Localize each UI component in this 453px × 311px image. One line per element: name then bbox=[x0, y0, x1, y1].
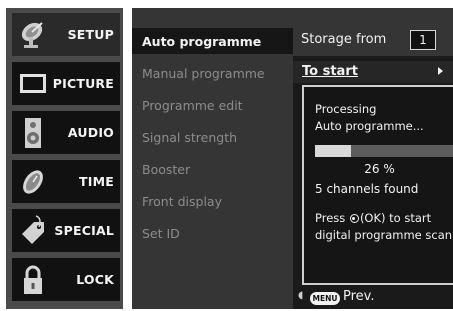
submenu-item-set-id[interactable]: Set ID bbox=[132, 220, 293, 246]
panel-footer: ◖ MENU Prev. bbox=[293, 288, 453, 309]
submenu-item-front-display[interactable]: Front display bbox=[132, 188, 293, 214]
prev-label: Prev. bbox=[343, 289, 375, 304]
storage-from-value[interactable]: 1 bbox=[410, 30, 436, 50]
menu-remote-button[interactable]: MENU bbox=[310, 292, 340, 305]
menu-item-setup[interactable]: SETUP bbox=[12, 13, 120, 56]
setup-submenu: Auto programme Manual programme Programm… bbox=[132, 8, 293, 309]
digital-scan-text: digital programme scan bbox=[315, 228, 453, 242]
ok-button-icon bbox=[349, 214, 359, 223]
clock-icon bbox=[18, 164, 48, 199]
progress-percent-text: 26 % bbox=[364, 162, 395, 176]
category-menu: SETUP PICTURE AUDIO TIME SPECIAL LOCK bbox=[6, 8, 123, 309]
satellite-dish-icon bbox=[18, 17, 48, 52]
menu-item-label: AUDIO bbox=[67, 125, 114, 140]
submenu-item-auto-programme[interactable]: Auto programme bbox=[132, 28, 293, 54]
progress-bar bbox=[315, 145, 453, 157]
menu-item-picture[interactable]: PICTURE bbox=[12, 62, 120, 105]
arrow-right-icon bbox=[438, 67, 443, 75]
menu-item-label: SPECIAL bbox=[54, 223, 114, 238]
submenu-item-programme-edit[interactable]: Programme edit bbox=[132, 92, 293, 118]
press-text: Press bbox=[315, 211, 346, 225]
menu-item-label: PICTURE bbox=[52, 76, 114, 91]
to-start-row[interactable]: To start bbox=[293, 61, 453, 83]
submenu-item-manual-programme[interactable]: Manual programme bbox=[132, 60, 293, 86]
menu-item-label: TIME bbox=[79, 174, 114, 189]
padlock-icon bbox=[18, 262, 48, 297]
storage-from-row[interactable]: Storage from 1 bbox=[293, 8, 453, 56]
ok-to-start-text: (OK) to start bbox=[359, 211, 432, 225]
ok-remote-icon: ◖ bbox=[298, 290, 304, 301]
press-ok-line: Press (OK) to start bbox=[315, 211, 431, 225]
monitor-icon bbox=[18, 66, 48, 101]
submenu-item-signal-strength[interactable]: Signal strength bbox=[132, 124, 293, 150]
menu-item-label: SETUP bbox=[67, 27, 114, 42]
menu-item-label: LOCK bbox=[76, 272, 114, 287]
auto-programme-status-text: Auto programme... bbox=[315, 119, 424, 133]
storage-from-label: Storage from bbox=[301, 32, 387, 47]
speaker-icon bbox=[18, 115, 48, 150]
menu-item-audio[interactable]: AUDIO bbox=[12, 111, 120, 154]
menu-item-special[interactable]: SPECIAL bbox=[12, 209, 120, 252]
processing-dialog: Processing Auto programme... 26 % 5 chan… bbox=[302, 85, 453, 285]
auto-programme-panel: Storage from 1 To start Processing Auto … bbox=[293, 8, 453, 309]
progress-bar-fill bbox=[315, 145, 352, 157]
processing-text: Processing bbox=[315, 102, 377, 116]
submenu-item-booster[interactable]: Booster bbox=[132, 156, 293, 182]
menu-item-lock[interactable]: LOCK bbox=[12, 258, 120, 301]
to-start-label: To start bbox=[302, 64, 358, 79]
channels-found-text: 5 channels found bbox=[315, 182, 419, 196]
menu-item-time[interactable]: TIME bbox=[12, 160, 120, 203]
tag-icon bbox=[18, 213, 48, 248]
